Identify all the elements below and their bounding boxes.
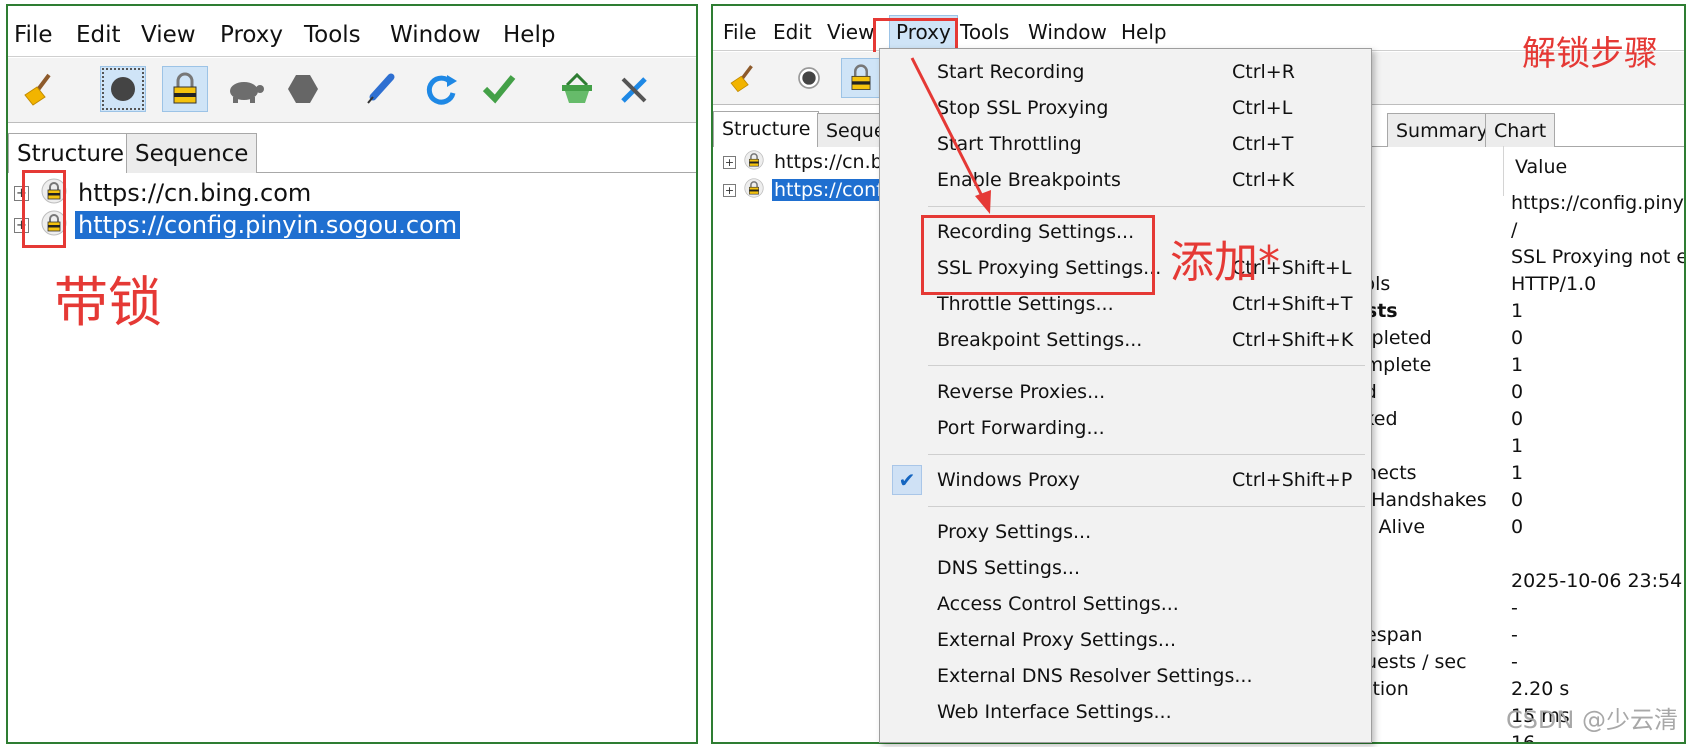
menu-file[interactable]: File (14, 22, 53, 48)
menu-separator (928, 454, 1365, 455)
toolbar (8, 58, 696, 123)
menu-item-reverse-proxies[interactable]: Reverse Proxies... (880, 375, 1371, 409)
menu-item-external-proxy-settings[interactable]: External Proxy Settings... (880, 623, 1371, 657)
pen-icon[interactable] (358, 66, 404, 112)
ssl-lock-icon[interactable] (162, 66, 208, 112)
menu-proxy[interactable]: Proxy (220, 22, 283, 48)
menu-bar: File Edit View Proxy Tools Window Help (8, 6, 696, 57)
tree-row-host-selected[interactable]: + https://config.pinyin.sogou.com (14, 210, 461, 240)
refresh-icon[interactable] (418, 66, 464, 112)
view-tabs: Structure Sequence (8, 130, 696, 173)
tab-sequence[interactable]: Sequence (126, 133, 258, 173)
annotation-locked: 带锁 (54, 271, 162, 334)
broom-icon[interactable] (723, 58, 763, 98)
menu-item-stop-ssl-proxying[interactable]: Stop SSL Proxying Ctrl+L (880, 91, 1371, 125)
menu-item-windows-proxy[interactable]: ✔ Windows Proxy Ctrl+Shift+P (880, 463, 1371, 497)
menu-item-dns-settings[interactable]: DNS Settings... (880, 551, 1371, 585)
turtle-icon[interactable] (222, 66, 268, 112)
menu-item-proxy-settings[interactable]: Proxy Settings... (880, 515, 1371, 549)
ssl-lock-icon[interactable] (841, 58, 881, 98)
menu-window[interactable]: Window (1028, 20, 1107, 44)
tools-icon[interactable] (612, 66, 658, 112)
menu-help[interactable]: Help (1121, 20, 1167, 44)
menu-item-port-forwarding[interactable]: Port Forwarding... (880, 411, 1371, 445)
menu-item-web-interface-settings[interactable]: Web Interface Settings... (880, 695, 1371, 729)
menu-item-external-dns-resolver-settings[interactable]: External DNS Resolver Settings... (880, 659, 1371, 693)
settings-highlight-box (921, 215, 1155, 295)
menu-tools[interactable]: Tools (304, 22, 361, 48)
record-icon[interactable] (100, 66, 146, 112)
annotation-unlock-steps: 解锁步骤 (1522, 34, 1658, 74)
check-icon[interactable] (476, 66, 522, 112)
menu-edit[interactable]: Edit (76, 22, 121, 48)
menu-item-start-throttling[interactable]: Start Throttling Ctrl+T (880, 127, 1371, 161)
menu-tools[interactable]: Tools (960, 20, 1009, 44)
tab-structure[interactable]: Structure (8, 133, 133, 173)
menu-separator (928, 206, 1365, 207)
menu-file[interactable]: File (723, 20, 756, 44)
host-url[interactable]: https://cn.bing.com (75, 179, 314, 207)
menu-item-access-control-settings[interactable]: Access Control Settings... (880, 587, 1371, 621)
checkmark-icon: ✔ (892, 465, 922, 495)
proxy-dropdown-menu: Start Recording Ctrl+R Stop SSL Proxying C… (879, 48, 1372, 743)
broom-icon[interactable] (16, 66, 62, 112)
menu-item-enable-breakpoints[interactable]: Enable Breakpoints Ctrl+K (880, 163, 1371, 197)
tab-structure[interactable]: Structure (713, 111, 820, 147)
tab-chart[interactable]: Chart (1485, 113, 1556, 147)
menu-view[interactable]: View (827, 20, 874, 44)
host-url[interactable]: https://config.pinyin.sogou.com (75, 211, 461, 239)
menu-help[interactable]: Help (503, 22, 555, 48)
menu-item-start-recording[interactable]: Start Recording Ctrl+R (880, 55, 1371, 89)
menu-separator (928, 365, 1365, 366)
stop-hexagon-icon[interactable] (280, 66, 326, 112)
menu-view[interactable]: View (141, 22, 196, 48)
menu-item-breakpoint-settings[interactable]: Breakpoint Settings... Ctrl+Shift+K (880, 323, 1371, 357)
menu-edit[interactable]: Edit (773, 20, 812, 44)
lock-highlight-box (22, 170, 66, 248)
left-screenshot-panel: File Edit View Proxy Tools Window Help S… (6, 4, 698, 744)
record-icon[interactable] (789, 58, 829, 98)
menu-window[interactable]: Window (390, 22, 481, 48)
watermark: CSDN @少云清 (1505, 706, 1678, 734)
basket-icon[interactable] (554, 66, 600, 112)
annotation-add: 添加* (1170, 237, 1280, 288)
menu-separator (928, 506, 1365, 507)
tab-summary[interactable]: Summary (1387, 113, 1497, 147)
